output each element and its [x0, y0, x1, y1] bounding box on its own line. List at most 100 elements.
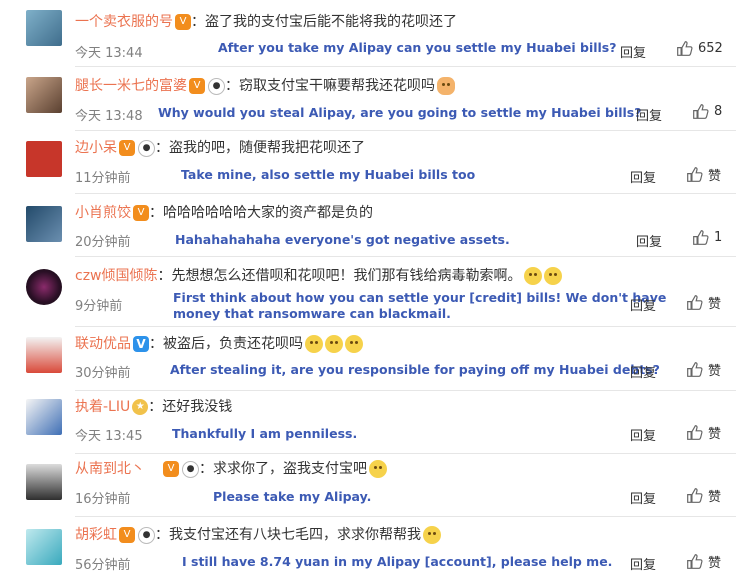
reply-button[interactable]: 回复 [630, 488, 656, 507]
reply-button[interactable]: 回复 [630, 167, 656, 186]
thumb-up-icon [687, 554, 703, 569]
translation-text: Why would you steal Alipay, are you goin… [158, 105, 642, 120]
thumb-up-icon [687, 295, 703, 310]
avatar[interactable] [26, 399, 62, 435]
thumb-up-icon [687, 425, 703, 440]
avatar[interactable] [26, 529, 62, 565]
comment-item: 一个卖衣服的号 V ：盗了我的支付宝后能不能将我的花呗还了 今天 13:44 A… [0, 0, 750, 67]
comment-text: ：还好我没钱 [148, 399, 233, 415]
thumb-up-icon [687, 362, 703, 377]
grin-emoji-icon [325, 335, 343, 353]
vip-badge-icon: V [119, 140, 135, 156]
translation-text: First think about how you can settle you… [173, 290, 667, 305]
reply-button[interactable]: 回复 [620, 42, 646, 61]
translation-text: After stealing it, are you responsible f… [170, 362, 660, 377]
reply-button[interactable]: 回复 [630, 362, 656, 381]
gold-medal-icon: ★ [132, 399, 149, 415]
username-link[interactable]: 从南到北丶 [75, 460, 145, 478]
reply-button[interactable]: 回复 [636, 105, 662, 124]
like-count: 赞 [708, 364, 722, 379]
translation-text: Hahahahahaha everyone's got negative ass… [175, 232, 510, 247]
username-link[interactable]: 边小呆 [75, 139, 117, 157]
reply-button[interactable]: 回复 [630, 425, 656, 444]
like-button[interactable]: 赞 [686, 360, 721, 379]
comment-feed: 一个卖衣服的号 V ：盗了我的支付宝后能不能将我的花呗还了 今天 13:44 A… [0, 0, 750, 579]
username-link[interactable]: 小肖煎饺 [75, 204, 131, 222]
verified-v-icon: V [133, 336, 149, 352]
like-button[interactable]: 赞 [686, 552, 721, 571]
comment-item: 胡彩虹 V ● ：我支付宝还有八块七毛四，求求你帮帮我 56分钟前 I stil… [0, 517, 750, 579]
username-link[interactable]: 胡彩虹 [75, 526, 117, 544]
comment-text: ：先想想怎么还借呗和花呗吧！我们那有钱给病毒勒索啊。 [157, 268, 522, 284]
comment-time: 16分钟前 [75, 492, 131, 507]
avatar[interactable] [26, 269, 62, 305]
vip-badge-icon: V [189, 78, 205, 94]
comment-item: 腿长一米七的富婆 V ● ：窃取支付宝干嘛要帮我还花呗吗 今天 13:48 Wh… [0, 67, 750, 131]
thumb-up-icon [693, 230, 709, 245]
comment-item: 小肖煎饺 V ：哈哈哈哈哈哈大家的资产都是负的 20分钟前 Hahahahaha… [0, 194, 750, 257]
avatar[interactable] [26, 77, 62, 113]
vip-badge-icon: V [163, 461, 179, 477]
comment-text: ：窃取支付宝干嘛要帮我还花呗吗 [225, 78, 435, 94]
like-count: 652 [698, 41, 723, 56]
avatar[interactable] [26, 206, 62, 242]
thumb-up-icon [677, 41, 693, 56]
thumb-up-icon [687, 167, 703, 182]
username-link[interactable]: 一个卖衣服的号 [75, 13, 173, 31]
worried-emoji-icon [523, 267, 542, 285]
username-link[interactable]: 腿长一米七的富婆 [75, 77, 187, 95]
avatar[interactable] [26, 337, 62, 373]
like-button[interactable]: 8 [692, 103, 722, 120]
cat-emoji-icon [437, 77, 455, 95]
comment-time: 11分钟前 [75, 171, 131, 186]
worried-emoji-icon [423, 526, 441, 544]
comment-item: 联动优品 V ：被盗后，负责还花呗吗 30分钟前 After stealing … [0, 327, 750, 391]
avatar[interactable] [26, 464, 62, 500]
reply-button[interactable]: 回复 [630, 295, 656, 314]
like-count: 赞 [708, 427, 722, 442]
comment-text: ：盗了我的支付宝后能不能将我的花呗还了 [191, 14, 457, 30]
like-button[interactable]: 赞 [686, 423, 721, 442]
like-count: 1 [714, 230, 723, 245]
like-count: 赞 [708, 297, 722, 312]
like-button[interactable]: 赞 [686, 486, 721, 505]
like-count: 赞 [708, 490, 722, 505]
translation-text: Please take my Alipay. [213, 489, 372, 504]
grin-emoji-icon [345, 335, 363, 353]
username-link[interactable]: 联动优品 [75, 335, 131, 353]
comment-text: ：盗我的吧，随便帮我把花呗还了 [155, 140, 365, 156]
comment-item: 从南到北丶 V ● ：求求你了，盗我支付宝吧 16分钟前 Please take… [0, 454, 750, 517]
reply-button[interactable]: 回复 [630, 554, 656, 573]
like-count: 赞 [708, 556, 722, 571]
avatar[interactable] [26, 141, 62, 177]
crying-emoji-icon [369, 460, 387, 478]
translation-text-line2: money that ransomware can blackmail. [173, 306, 451, 321]
thumb-up-icon [693, 104, 709, 119]
comment-text: ：被盗后，负责还花呗吗 [149, 336, 303, 352]
comment-item: 边小呆 V ● ：盗我的吧，随便帮我把花呗还了 11分钟前 Take mine,… [0, 131, 750, 194]
like-button[interactable]: 1 [692, 229, 722, 246]
like-button[interactable]: 652 [676, 40, 723, 57]
comment-time: 9分钟前 [75, 299, 123, 314]
panda-badge-icon: ● [208, 77, 225, 95]
like-count: 8 [714, 104, 723, 119]
comment-text: ：哈哈哈哈哈哈大家的资产都是负的 [149, 205, 373, 221]
comment-item: 执着-LIU ★ ：还好我没钱 今天 13:45 Thankfully I am… [0, 391, 750, 454]
comment-time: 56分钟前 [75, 558, 131, 573]
username-link[interactable]: 执着-LIU [75, 398, 130, 416]
panda-badge-icon: ● [138, 139, 155, 157]
comment-text: ：求求你了，盗我支付宝吧 [199, 461, 367, 477]
translation-text: Take mine, also settle my Huabei bills t… [181, 167, 476, 182]
worried-emoji-icon [543, 267, 562, 285]
reply-button[interactable]: 回复 [636, 231, 662, 250]
like-button[interactable]: 赞 [686, 293, 721, 312]
vip-badge-icon: V [133, 205, 149, 221]
translation-text: Thankfully I am penniless. [172, 426, 358, 441]
panda-badge-icon: ● [182, 460, 199, 478]
translation-text: After you take my Alipay can you settle … [218, 40, 617, 55]
username-link[interactable]: czw倾国倾陈 [75, 267, 158, 285]
like-count: 赞 [708, 169, 722, 184]
avatar[interactable] [26, 10, 62, 46]
vip-badge-icon: V [175, 14, 191, 30]
like-button[interactable]: 赞 [686, 165, 721, 184]
